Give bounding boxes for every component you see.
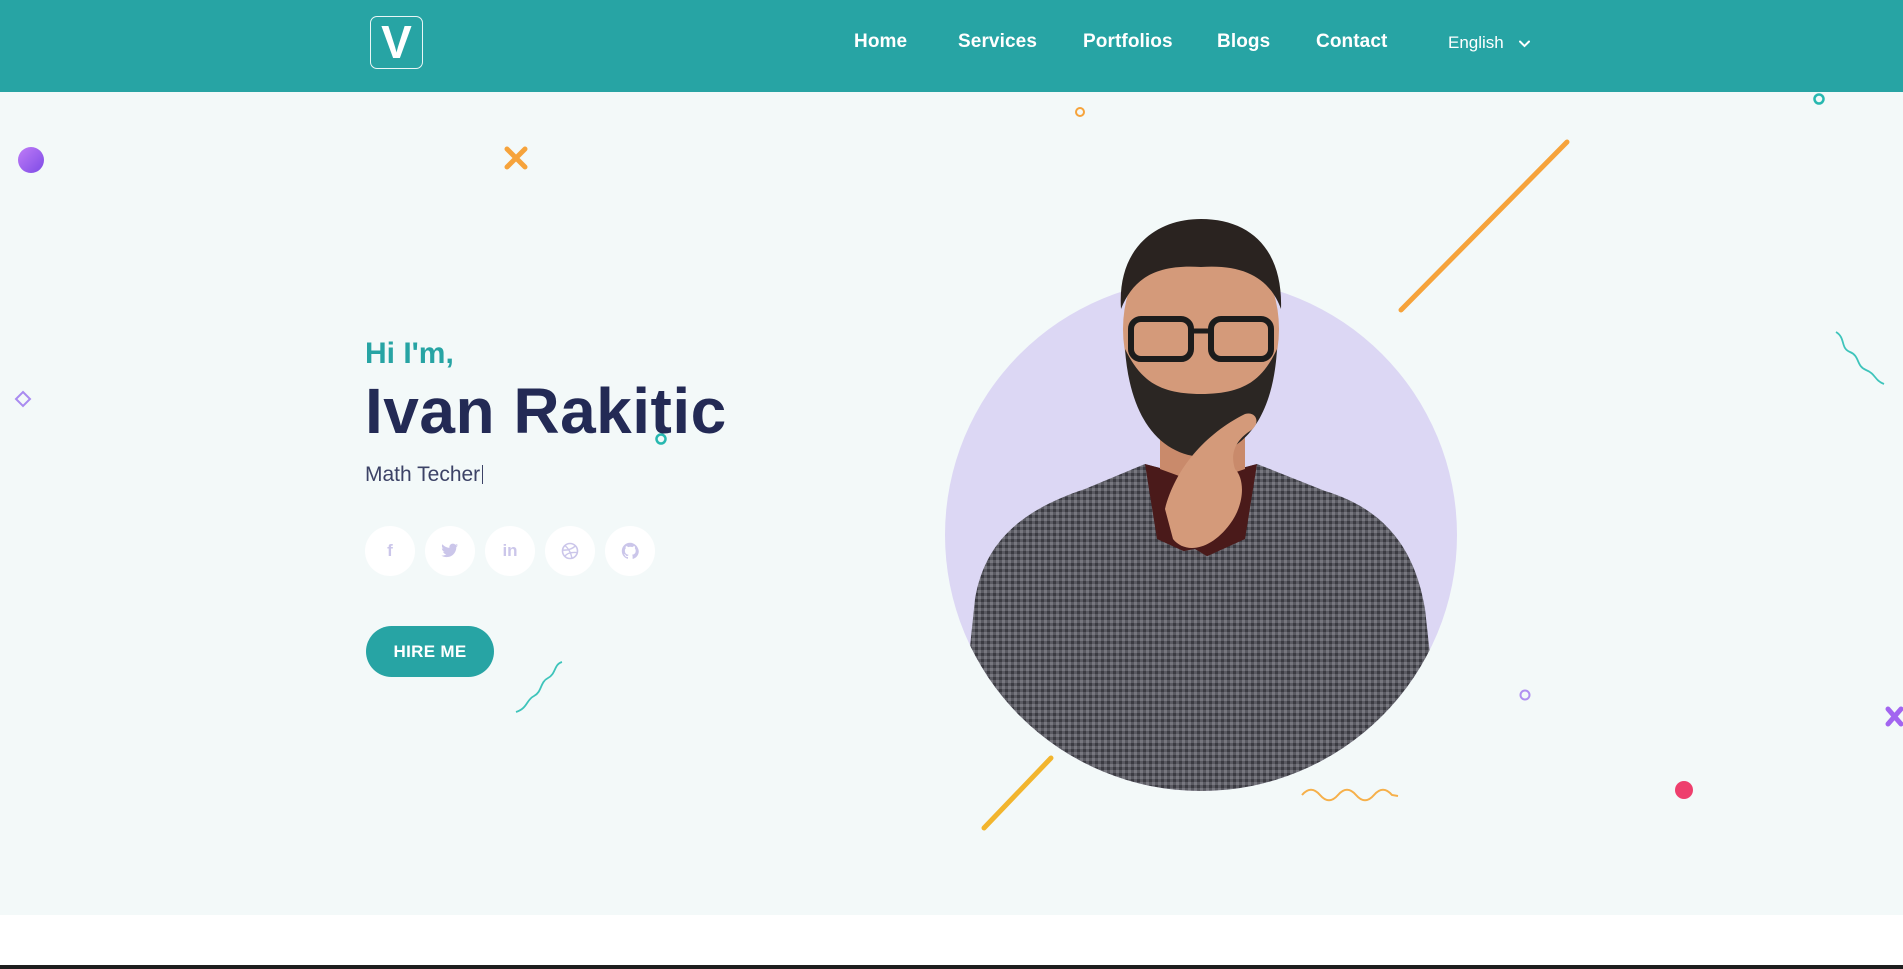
language-selector[interactable]: English	[1448, 33, 1530, 53]
top-navbar: V Home Services Portfolios Blogs Contact…	[0, 0, 1903, 92]
main-nav: Home Services Portfolios Blogs Contact	[0, 0, 1903, 92]
nav-portfolios[interactable]: Portfolios	[1083, 31, 1173, 53]
nav-home[interactable]: Home	[854, 31, 907, 53]
purple-ring-shape	[1519, 689, 1531, 701]
nav-services[interactable]: Services	[958, 31, 1037, 53]
linkedin-icon[interactable]: in	[485, 526, 535, 576]
pink-dot-shape	[1675, 781, 1693, 799]
typing-caret	[482, 465, 484, 484]
purple-diamond-shape	[14, 390, 32, 408]
chevron-down-icon	[1518, 37, 1530, 51]
language-label: English	[1448, 33, 1504, 52]
teal-ring-top-shape	[1813, 93, 1825, 105]
bottom-edge	[0, 965, 1903, 969]
hero-role: Math Techer	[365, 463, 484, 487]
github-icon[interactable]	[605, 526, 655, 576]
orange-cross-shape	[504, 146, 528, 170]
hero-section: Hi I'm, Ivan Rakitic Math Techer f in HI…	[0, 92, 1903, 915]
purple-cross-shape	[1885, 706, 1903, 727]
dribbble-icon[interactable]	[545, 526, 595, 576]
social-links: f in	[365, 526, 655, 576]
nav-contact[interactable]: Contact	[1316, 31, 1387, 53]
hero-role-text: Math Techer	[365, 463, 481, 486]
facebook-icon[interactable]: f	[365, 526, 415, 576]
portrait-image	[955, 219, 1445, 791]
hero-name: Ivan Rakitic	[365, 375, 727, 447]
next-section-band	[0, 915, 1903, 969]
twitter-icon[interactable]	[425, 526, 475, 576]
orange-ring-shape	[1075, 107, 1085, 117]
teal-squiggle-left-shape	[515, 661, 563, 713]
hero-greeting: Hi I'm,	[365, 337, 454, 370]
hire-me-button[interactable]: HIRE ME	[366, 626, 494, 677]
purple-dot-shape	[18, 147, 44, 173]
nav-blogs[interactable]: Blogs	[1217, 31, 1270, 53]
teal-squiggle-right-shape	[1835, 331, 1885, 385]
